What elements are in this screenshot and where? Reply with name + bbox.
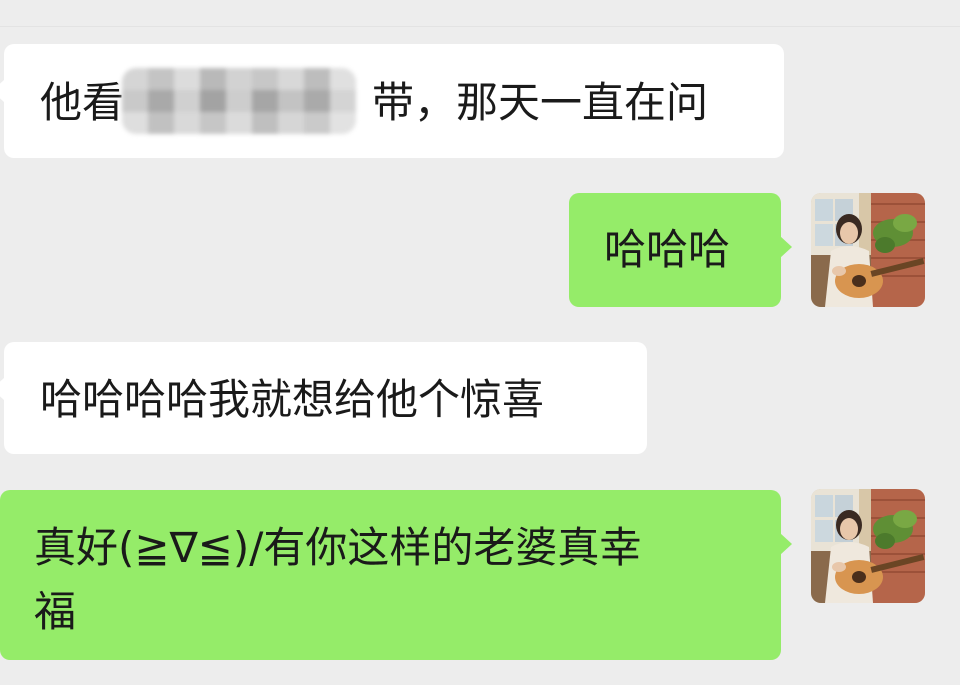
message-bubble-received-1[interactable]: 他看 带，那天一直在问 <box>4 44 784 158</box>
message-bubble-sent-2[interactable]: 真好(≧∇≦)/有你这样的老婆真幸 福 <box>0 490 781 660</box>
sent-bubble-tail <box>780 236 792 258</box>
avatar-girl-playing-guitar-icon[interactable] <box>811 193 925 307</box>
sent-bubble-tail <box>780 533 792 555</box>
top-divider <box>0 26 960 27</box>
message-bubble-received-2[interactable]: 哈哈哈哈我就想给他个惊喜 <box>4 342 647 454</box>
message-text-part-2: 带，那天一直在问 <box>372 78 709 127</box>
message-text: 哈哈哈哈我就想给他个惊喜 <box>40 375 545 424</box>
message-text-part-1: 他看 <box>40 78 125 127</box>
avatar-girl-playing-guitar-icon[interactable] <box>811 489 925 603</box>
message-text-line-1: 真好(≧∇≦)/有你这样的老婆真幸 <box>34 523 642 572</box>
message-text-line-2: 福 <box>34 587 77 636</box>
message-bubble-sent-1[interactable]: 哈哈哈 <box>569 193 781 307</box>
redacted-text-mosaic <box>122 68 356 134</box>
message-text: 哈哈哈 <box>604 225 731 274</box>
